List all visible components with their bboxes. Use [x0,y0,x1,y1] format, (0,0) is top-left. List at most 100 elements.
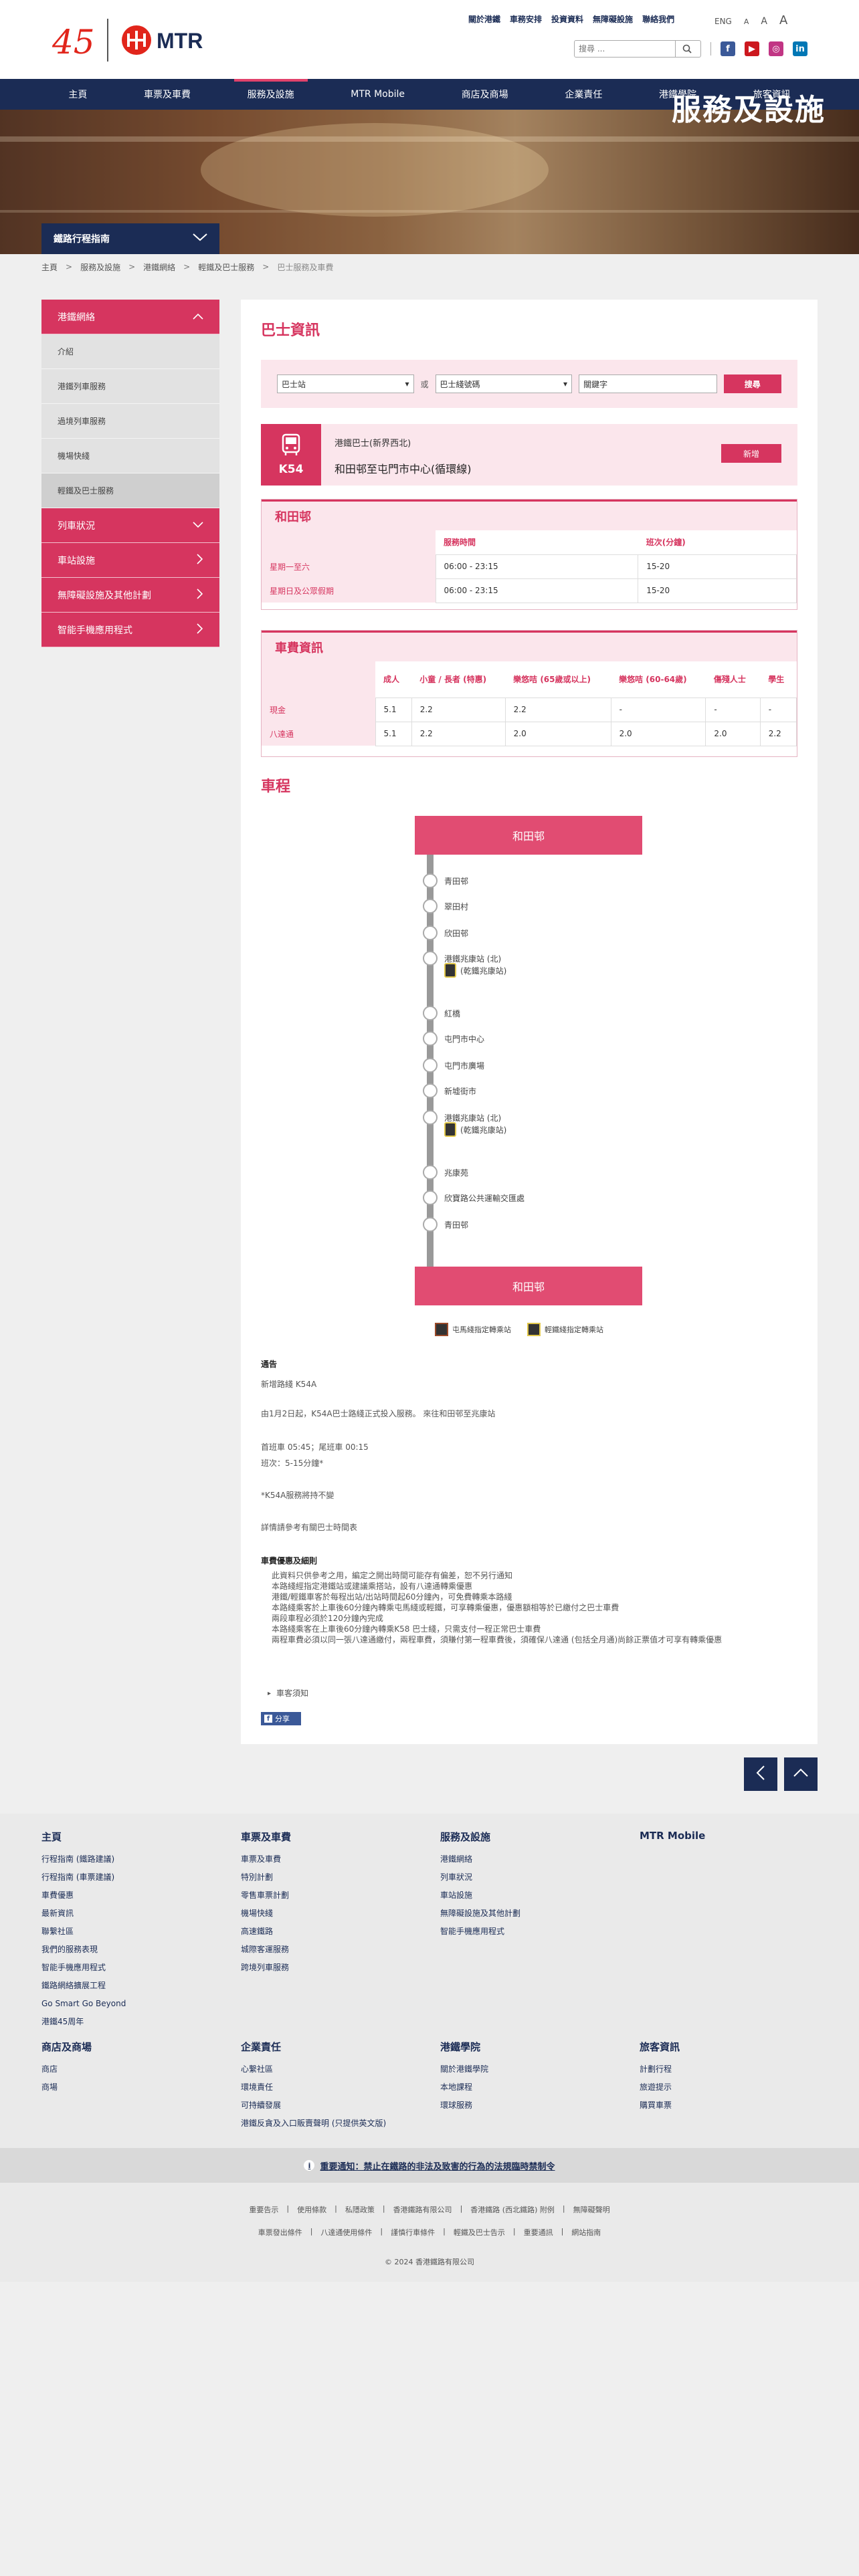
nav-shops-malls[interactable]: 商店及商場 [448,79,522,110]
previous-button[interactable] [744,1757,777,1791]
footer-bottom-link[interactable]: 謹慎行車條件 [391,2227,435,2238]
footer-link[interactable]: 商店 [41,2060,215,2078]
footer-link[interactable]: 行程指南 (車票建議) [41,1868,215,1887]
linkedin-icon[interactable]: in [793,41,807,56]
nav-mtr-mobile[interactable]: MTR Mobile [337,79,418,110]
sidebar-subitem-lrt-bus[interactable]: 輕鐵及巴士服務 [41,473,219,508]
footer-link[interactable]: 行程指南 (鐵路建議) [41,1850,215,1868]
breadcrumb-services[interactable]: 服務及設施 [80,261,120,273]
footer-link[interactable]: 環境責任 [241,2078,415,2097]
footer-link[interactable]: 機場快綫 [241,1905,415,1923]
footer-link[interactable]: 城際客運服務 [241,1941,415,1959]
footer-bottom-link[interactable]: 網站指南 [571,2227,601,2238]
footer-bottom-link[interactable]: 車票發出條件 [258,2227,302,2238]
font-medium-button[interactable]: A [761,16,767,27]
mtr-logo[interactable]: MTR [120,24,234,56]
footer-link[interactable]: 心繫社區 [241,2060,415,2078]
footer-link[interactable]: 特別計劃 [241,1868,415,1887]
footer-col-title[interactable]: 主頁 [41,1830,215,1844]
footer-link[interactable]: 車站設施 [440,1887,614,1905]
footer-link[interactable]: 跨境列車服務 [241,1959,415,1977]
footer-bottom-link[interactable]: 重要通訊 [524,2227,553,2238]
footer-link[interactable]: 可持續發展 [241,2097,415,2115]
facebook-share-button[interactable]: f 分享 [261,1712,301,1725]
footer-link[interactable]: 鐵路網絡擴展工程 [41,1977,215,1995]
sidebar-item-network[interactable]: 港鐵網絡 [41,300,219,334]
youtube-icon[interactable]: ▶ [745,41,759,56]
footer-col-title[interactable]: MTR Mobile [640,1830,814,1842]
search-input[interactable] [575,41,675,56]
nav-corporate-responsibility[interactable]: 企業責任 [551,79,615,110]
sidebar-subitem-intro[interactable]: 介紹 [41,334,219,369]
footer-bottom-link[interactable]: 八達通使用條件 [320,2227,372,2238]
top-link-service-update[interactable]: 車務安排 [510,13,542,25]
top-link-investor[interactable]: 投資資料 [551,13,583,25]
font-small-button[interactable]: A [744,17,749,26]
footer-link[interactable]: 聯繫社區 [41,1923,215,1941]
sidebar-subitem-rail[interactable]: 港鐵列車服務 [41,369,219,404]
footer-link[interactable]: 零售車票計劃 [241,1887,415,1905]
footer-col-title[interactable]: 車票及車費 [241,1830,415,1844]
font-large-button[interactable]: A [779,13,787,27]
bus-route-select[interactable]: 巴士綫號碼 ▾ [435,374,573,393]
sidebar-subitem-airport-express[interactable]: 機場快綫 [41,439,219,473]
footer-link[interactable]: 最新資訊 [41,1905,215,1923]
nav-home[interactable]: 主頁 [55,79,100,110]
footer-bottom-link[interactable]: 香港鐵路有限公司 [393,2204,452,2215]
sidebar-item-train-status[interactable]: 列車狀況 [41,508,219,543]
nav-tickets-fares[interactable]: 車票及車費 [130,79,204,110]
footer-bottom-link[interactable]: 輕鐵及巴士告示 [454,2227,505,2238]
nav-services-facilities[interactable]: 服務及設施 [233,79,308,110]
instagram-icon[interactable]: ◎ [769,41,783,56]
top-link-about[interactable]: 關於港鐵 [468,13,500,25]
sidebar-item-apps[interactable]: 智能手機應用程式 [41,613,219,647]
sidebar-subitem-intercity[interactable]: 過境列車服務 [41,404,219,439]
footer-link[interactable]: 環球服務 [440,2097,614,2115]
footer-bottom-link[interactable]: 香港鐵路 (西北鐵路) 附例 [470,2204,555,2215]
footer-bottom-link[interactable]: 重要告示 [249,2204,278,2215]
footer-col-title[interactable]: 服務及設施 [440,1830,614,1844]
breadcrumb-lrt-bus[interactable]: 輕鐵及巴士服務 [198,261,254,273]
footer-link[interactable]: 計劃行程 [640,2060,814,2078]
footer-link[interactable]: 無障礙設施及其他計劃 [440,1905,614,1923]
footer-link[interactable]: 車票及車費 [241,1850,415,1868]
footer-link[interactable]: 港鐵反貪及入口販賣聲明 (只提供英文版) [241,2115,415,2133]
footer-link[interactable]: Go Smart Go Beyond [41,1995,215,2013]
important-notice-link[interactable]: i 重要通知：禁止在鐵路的非法及致害的行為的法規臨時禁制令 [0,2148,859,2183]
footer-link[interactable]: 關於港鐵學院 [440,2060,614,2078]
footer-link[interactable]: 旅遊提示 [640,2078,814,2097]
facebook-icon[interactable]: f [721,41,735,56]
route-new-tag[interactable]: 新增 [721,444,781,463]
footer-link[interactable]: 港鐵45周年 [41,2013,215,2031]
footer-col-title[interactable]: 商店及商場 [41,2040,215,2054]
footer-link[interactable]: 購買車票 [640,2097,814,2115]
search-icon[interactable] [675,41,698,57]
footer-link[interactable]: 本地課程 [440,2078,614,2097]
keyword-input[interactable]: 關鍵字 [579,374,717,393]
footer-link[interactable]: 我們的服務表現 [41,1941,215,1959]
footer-link[interactable]: 智能手機應用程式 [41,1959,215,1977]
footer-bottom-link[interactable]: 使用條款 [297,2204,326,2215]
mtr-45-anniversary-logo[interactable]: 45 [52,19,95,62]
search-button[interactable]: 搜尋 [723,374,781,393]
top-link-contact[interactable]: 聯絡我們 [642,13,674,25]
sidebar-item-station-facilities[interactable]: 車站設施 [41,543,219,578]
lang-eng-link[interactable]: ENG [714,17,732,26]
footer-link[interactable]: 智能手機應用程式 [440,1923,614,1941]
footer-col-title[interactable]: 港鐵學院 [440,2040,614,2054]
footer-col-title[interactable]: 旅客資訊 [640,2040,814,2054]
footer-bottom-link[interactable]: 無障礙聲明 [573,2204,610,2215]
top-link-accessibility[interactable]: 無障礙設施 [593,13,633,25]
back-to-top-button[interactable] [784,1757,818,1791]
footer-link[interactable]: 車費優惠 [41,1887,215,1905]
sidebar-item-accessibility[interactable]: 無障礙設施及其他計劃 [41,578,219,613]
trip-planner-toggle[interactable]: 鐵路行程指南 [41,223,219,254]
footer-col-title[interactable]: 企業責任 [241,2040,415,2054]
bus-stop-select[interactable]: 巴士站 ▾ [277,374,414,393]
footer-link[interactable]: 列車狀況 [440,1868,614,1887]
footer-link[interactable]: 商場 [41,2078,215,2097]
passenger-notice-expander[interactable]: ▸ 車客須知 [268,1688,308,1699]
footer-link[interactable]: 港鐵網絡 [440,1850,614,1868]
breadcrumb-home[interactable]: 主頁 [41,261,58,273]
footer-bottom-link[interactable]: 私隱政策 [345,2204,375,2215]
